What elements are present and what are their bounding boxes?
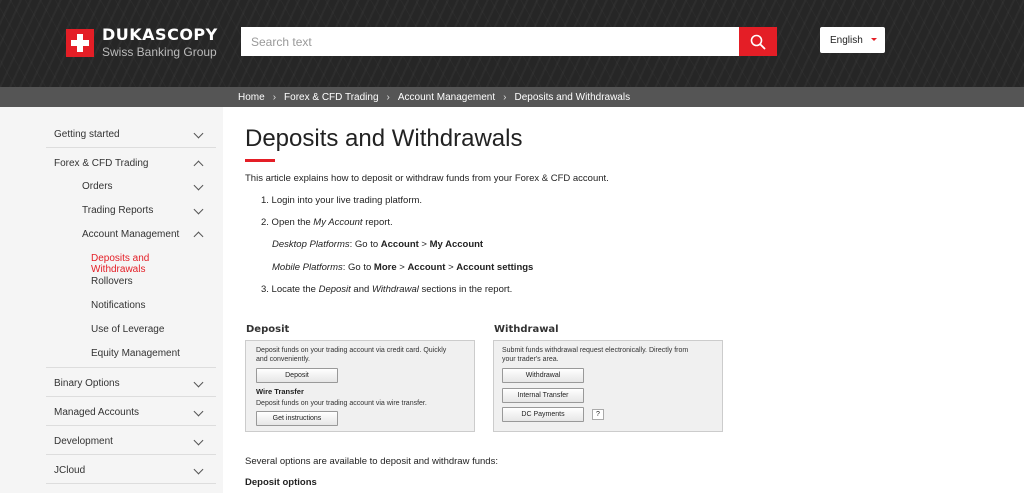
sidebar-item-orders[interactable]: Orders bbox=[82, 180, 204, 192]
sidebar-item-forex-cfd-trading[interactable]: Forex & CFD Trading bbox=[54, 158, 204, 171]
desktop-platforms-instruction: Desktop Platforms: Go to Account > My Ac… bbox=[272, 239, 484, 250]
withdrawal-description: Submit funds withdrawal request electron… bbox=[502, 347, 689, 364]
sidebar-item-account-management[interactable]: Account Management bbox=[82, 229, 204, 242]
internal-transfer-button[interactable]: Internal Transfer bbox=[502, 388, 584, 403]
page-title: Deposits and Withdrawals bbox=[245, 125, 523, 152]
step-1: 1. Login into your live trading platform… bbox=[261, 195, 423, 206]
sidebar-item-label: Forex & CFD Trading bbox=[54, 158, 149, 169]
step-2: 2. Open the My Account report. bbox=[261, 217, 393, 228]
sidebar-item-label: Orders bbox=[82, 181, 113, 192]
withdrawal-button[interactable]: Withdrawal bbox=[502, 368, 584, 383]
chevron-right-icon: › bbox=[272, 91, 277, 103]
breadcrumb: Home › Forex & CFD Trading › Account Man… bbox=[238, 87, 630, 107]
sidebar-item-label: Notifications bbox=[91, 300, 146, 311]
divider bbox=[46, 454, 216, 455]
breadcrumb-account-management[interactable]: Account Management bbox=[398, 92, 495, 103]
breadcrumb-bar: Home › Forex & CFD Trading › Account Man… bbox=[0, 87, 1024, 107]
chevron-up-icon bbox=[193, 160, 204, 171]
help-icon[interactable]: ? bbox=[592, 409, 604, 420]
search-bar bbox=[241, 27, 777, 56]
sidebar-item-label: Binary Options bbox=[54, 378, 120, 389]
chevron-down-icon bbox=[193, 377, 204, 388]
deposit-options-heading: Deposit options bbox=[245, 477, 317, 488]
search-icon bbox=[750, 34, 766, 49]
sidebar-item-getting-started[interactable]: Getting started bbox=[54, 128, 204, 140]
sidebar-item-development[interactable]: Development bbox=[54, 435, 204, 447]
options-intro: Several options are available to deposit… bbox=[245, 456, 498, 467]
language-select[interactable]: English bbox=[820, 27, 885, 53]
sidebar-item-label: Rollovers bbox=[91, 276, 133, 287]
sidebar-item-equity-management[interactable]: Equity Management bbox=[91, 348, 204, 359]
breadcrumb-current: Deposits and Withdrawals bbox=[514, 91, 631, 103]
deposit-description: Deposit funds on your trading account vi… bbox=[256, 347, 447, 364]
sidebar-item-use-of-leverage[interactable]: Use of Leverage bbox=[91, 324, 204, 335]
divider bbox=[46, 483, 216, 484]
search-input[interactable] bbox=[241, 27, 739, 56]
caret-down-icon bbox=[871, 38, 877, 41]
deposit-button[interactable]: Deposit bbox=[256, 368, 338, 383]
sidebar-item-label: Development bbox=[54, 436, 113, 447]
sidebar-item-rollovers[interactable]: Rollovers bbox=[91, 276, 204, 287]
chevron-down-icon bbox=[193, 406, 204, 417]
deposit-panel-title: Deposit bbox=[246, 324, 290, 335]
sidebar-item-deposits-withdrawals[interactable]: Deposits and Withdrawals bbox=[91, 253, 204, 275]
dukascopy-logo[interactable]: DUKASCOPY Swiss Banking Group bbox=[66, 27, 218, 58]
search-button[interactable] bbox=[739, 27, 777, 56]
breadcrumb-forex[interactable]: Forex & CFD Trading bbox=[284, 92, 378, 103]
sidebar-item-label: Use of Leverage bbox=[91, 324, 165, 335]
chevron-down-icon bbox=[193, 204, 204, 215]
logo-subtitle: Swiss Banking Group bbox=[102, 45, 217, 59]
chevron-down-icon bbox=[193, 128, 204, 139]
withdrawal-panel: Submit funds withdrawal request electron… bbox=[493, 340, 723, 432]
article-intro: This article explains how to deposit or … bbox=[245, 173, 609, 184]
sidebar-item-label: Account Management bbox=[82, 229, 180, 240]
sidebar-item-managed-accounts[interactable]: Managed Accounts bbox=[54, 406, 204, 418]
dc-payments-button[interactable]: DC Payments bbox=[502, 407, 584, 422]
sidebar-item-jcloud[interactable]: JCloud bbox=[54, 464, 204, 476]
chevron-down-icon bbox=[193, 435, 204, 446]
wire-transfer-title: Wire Transfer bbox=[256, 387, 304, 396]
sidebar-item-label: Managed Accounts bbox=[54, 407, 140, 418]
title-underline bbox=[245, 159, 275, 162]
deposit-panel: Deposit funds on your trading account vi… bbox=[245, 340, 475, 432]
sidebar-item-label: JCloud bbox=[54, 465, 86, 476]
mobile-platforms-instruction: Mobile Platforms: Go to More > Account >… bbox=[272, 262, 534, 273]
sidebar: Getting started Forex & CFD Trading Orde… bbox=[0, 107, 223, 493]
language-value: English bbox=[830, 34, 863, 46]
chevron-down-icon bbox=[193, 464, 204, 475]
step-3: 3. Locate the Deposit and Withdrawal sec… bbox=[261, 284, 513, 295]
chevron-down-icon bbox=[193, 180, 204, 191]
sidebar-item-label: Trading Reports bbox=[82, 205, 154, 216]
sidebar-item-label: Getting started bbox=[54, 129, 120, 140]
get-instructions-button[interactable]: Get instructions bbox=[256, 411, 338, 426]
withdrawal-panel-title: Withdrawal bbox=[494, 324, 559, 335]
sidebar-item-label: Deposits and Withdrawals bbox=[91, 253, 150, 275]
divider bbox=[46, 425, 216, 426]
chevron-up-icon bbox=[193, 231, 204, 242]
sidebar-item-trading-reports[interactable]: Trading Reports bbox=[82, 204, 204, 216]
swiss-cross-icon bbox=[66, 28, 94, 57]
divider bbox=[46, 396, 216, 397]
breadcrumb-home[interactable]: Home bbox=[238, 92, 265, 103]
divider bbox=[46, 367, 216, 368]
sidebar-item-binary-options[interactable]: Binary Options bbox=[54, 377, 204, 389]
logo-name: DUKASCOPY bbox=[102, 25, 218, 44]
chevron-right-icon: › bbox=[386, 91, 390, 103]
site-header: DUKASCOPY Swiss Banking Group English bbox=[0, 0, 1024, 87]
sidebar-item-label: Equity Management bbox=[91, 348, 180, 359]
sidebar-item-notifications[interactable]: Notifications bbox=[91, 300, 204, 311]
divider bbox=[46, 147, 216, 148]
wire-transfer-description: Deposit funds on your trading account vi… bbox=[256, 400, 427, 407]
chevron-right-icon: › bbox=[503, 91, 507, 103]
